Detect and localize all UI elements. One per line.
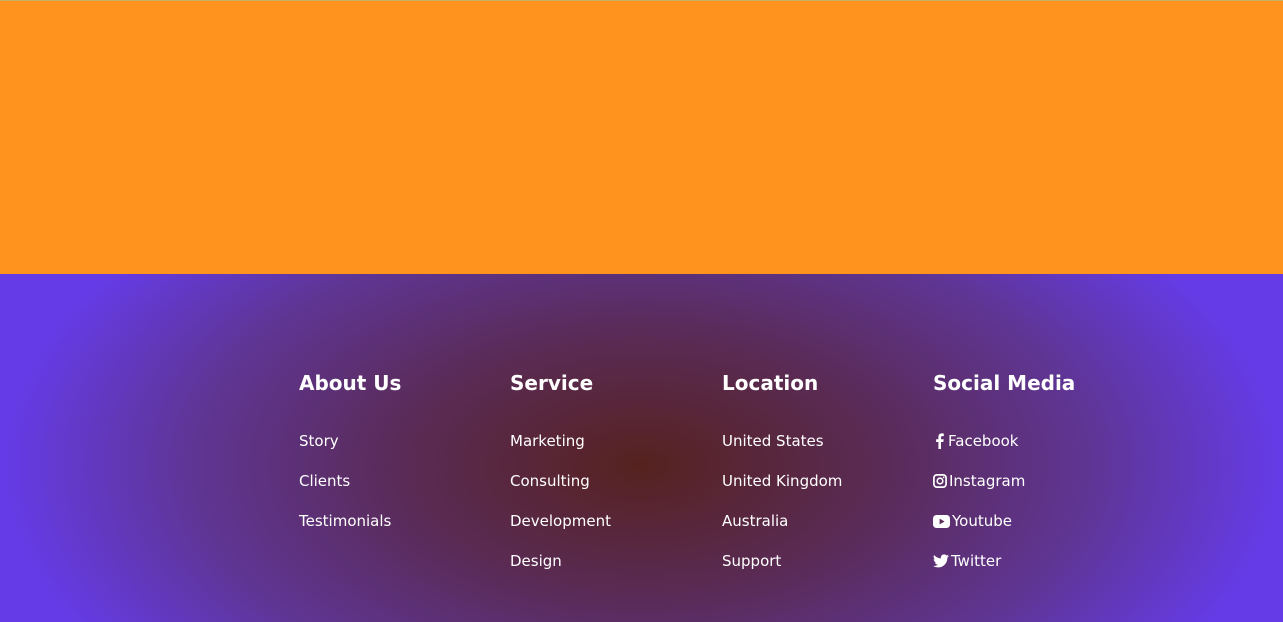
footer-link-label: Youtube [952,512,1012,530]
footer-link-label: Instagram [949,472,1026,490]
footer-list-item: Story [299,431,391,471]
footer-link-twitter[interactable]: Twitter [933,551,1001,571]
youtube-icon [933,514,950,528]
footer-list-item: Support [722,551,842,591]
footer-heading-location: Location [722,371,819,395]
footer-link-consulting[interactable]: Consulting [510,471,590,491]
footer-link-youtube[interactable]: Youtube [933,511,1012,531]
footer-link-australia[interactable]: Australia [722,511,788,531]
footer-column-social-media: Social Media Facebook Instagram Youtube [933,370,1076,570]
footer-link-facebook[interactable]: Facebook [933,431,1018,451]
twitter-icon [933,554,949,568]
footer-column-location: Location United States United Kingdom Au… [722,370,842,570]
footer-list-item: Twitter [933,551,1025,591]
facebook-icon [936,433,944,449]
hero-section [0,0,1283,274]
footer-list-item: United Kingdom [722,471,842,511]
instagram-icon [933,474,947,488]
footer-list-item: Marketing [510,431,611,471]
footer-links-location: United States United Kingdom Australia S… [722,431,842,591]
footer-list-item: Youtube [933,511,1025,551]
footer-list-item: Testimonials [299,511,391,551]
footer-links-service: Marketing Consulting Development Design [510,431,611,591]
footer-heading-about-us: About Us [299,371,402,395]
footer-links-about-us: Story Clients Testimonials [299,431,391,551]
footer-link-design[interactable]: Design [510,551,562,571]
footer-list-item: Facebook [933,431,1025,471]
footer-list-item: Development [510,511,611,551]
footer-list-item: Consulting [510,471,611,511]
footer: About Us Story Clients Testimonials Serv… [0,274,1283,622]
footer-heading-service: Service [510,371,594,395]
footer-list-item: Australia [722,511,842,551]
footer-link-support[interactable]: Support [722,551,781,571]
footer-link-testimonials[interactable]: Testimonials [299,511,391,531]
footer-links-social-media: Facebook Instagram Youtube Twitter [933,431,1025,591]
footer-link-instagram[interactable]: Instagram [933,471,1025,491]
footer-column-service: Service Marketing Consulting Development… [510,370,611,570]
footer-link-story[interactable]: Story [299,431,339,451]
footer-heading-social-media: Social Media [933,371,1076,395]
footer-link-development[interactable]: Development [510,511,611,531]
footer-link-label: Twitter [951,552,1002,570]
footer-link-clients[interactable]: Clients [299,471,350,491]
footer-list-item: Clients [299,471,391,511]
footer-list-item: Instagram [933,471,1025,511]
footer-link-united-kingdom[interactable]: United Kingdom [722,471,842,491]
footer-link-united-states[interactable]: United States [722,431,824,451]
footer-link-marketing[interactable]: Marketing [510,431,585,451]
footer-list-item: Design [510,551,611,591]
footer-list-item: United States [722,431,842,471]
footer-column-about-us: About Us Story Clients Testimonials [299,370,402,530]
footer-link-label: Facebook [948,432,1019,450]
